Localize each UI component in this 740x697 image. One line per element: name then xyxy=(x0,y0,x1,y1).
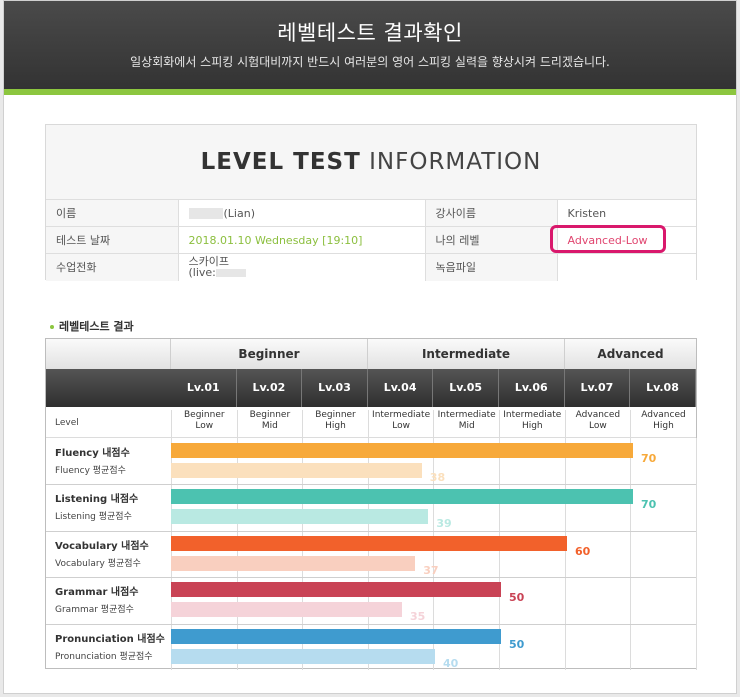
skill-name-label: Listening 내점수 xyxy=(55,494,139,506)
teacher-value: Kristen xyxy=(556,199,696,227)
redacted-block xyxy=(188,208,223,219)
level-name-cell: Beginner High xyxy=(302,410,368,438)
avg-score-bar xyxy=(171,463,422,478)
my-score-bar xyxy=(171,489,633,505)
bullet-icon xyxy=(50,325,54,329)
row-separator xyxy=(46,484,696,486)
level-highlight-circle xyxy=(550,225,666,253)
level-number-cell: Lv.04 xyxy=(368,369,434,407)
grid-line xyxy=(695,438,697,670)
avg-score-value: 40 xyxy=(443,656,459,670)
level-number-cell: Lv.07 xyxy=(565,369,631,407)
grid-line xyxy=(564,438,566,670)
my-level-label: 나의 레벨 xyxy=(425,226,557,254)
my-score-bar xyxy=(171,535,567,551)
level-name-cell: Beginner Low xyxy=(171,410,237,438)
level-number-cell: Lv.01 xyxy=(171,369,237,407)
avg-score-bar xyxy=(171,602,402,618)
info-heading-light: INFORMATION xyxy=(369,149,542,175)
my-score-value: 50 xyxy=(509,591,525,605)
my-score-bar xyxy=(171,443,633,458)
avg-score-bar xyxy=(171,509,429,525)
skill-name-label: Pronunciation 내점수 xyxy=(55,633,165,645)
test-date-value: 2018.01.10 Wednesday [19:10] xyxy=(177,226,426,254)
result-table: Beginner Intermediate Advanced Level Lv.… xyxy=(45,338,697,670)
level-name-cell: Intermediate Low xyxy=(367,410,434,438)
avg-score-value: 37 xyxy=(423,563,439,577)
level-test-info-box: LEVEL TEST INFORMATION 이름 (Lian) 강사이름 Kr… xyxy=(45,124,697,281)
group-header-advanced: Advanced xyxy=(565,339,696,369)
skill-name-label: Fluency 내점수 xyxy=(55,448,130,459)
page-subtitle: 일상회화에서 스피킹 시험대비까지 반드시 여러분의 영어 스피킹 실력을 향상… xyxy=(130,55,610,69)
avg-score-value: 38 xyxy=(429,471,446,484)
skill-avg-label: Listening 평균점수 xyxy=(55,512,132,523)
recording-label: 녹음파일 xyxy=(425,253,557,281)
teacher-label: 강사이름 xyxy=(425,199,557,227)
group-header-empty xyxy=(46,339,171,369)
row-separator xyxy=(46,530,696,532)
level-name-cell: Beginner Mid xyxy=(236,410,303,438)
level-number-cell: Lv.02 xyxy=(237,369,303,407)
test-date-label: 테스트 날짜 xyxy=(46,226,178,254)
level-name-cell: Advanced High xyxy=(630,410,696,438)
my-score-value: 70 xyxy=(641,452,657,465)
my-score-bar xyxy=(171,582,501,598)
info-heading-bold: LEVEL TEST xyxy=(200,149,361,175)
skill-name-label: Grammar 내점수 xyxy=(55,587,139,599)
result-page: 레벨테스트 결과확인 일상회화에서 스피킹 시험대비까지 반드시 여러분의 영어… xyxy=(3,0,737,694)
level-number-cell: Lv.08 xyxy=(630,369,696,407)
grid-line xyxy=(630,438,632,670)
info-row-phone: 수업전화 스카이프 (live: 녹음파일 xyxy=(46,253,696,281)
skill-avg-label: Vocabulary 평균점수 xyxy=(55,558,141,569)
skill-avg-label: Fluency 평균점수 xyxy=(55,466,126,476)
my-score-value: 70 xyxy=(641,498,657,512)
avg-score-bar xyxy=(171,555,416,571)
class-phone-label: 수업전화 xyxy=(46,253,178,281)
group-header-intermediate: Intermediate xyxy=(368,339,565,369)
my-score-value: 50 xyxy=(509,637,525,651)
level-number-cell: Lv.06 xyxy=(499,369,565,407)
skill-name-label: Vocabulary 내점수 xyxy=(55,540,149,552)
name-value: (Lian) xyxy=(177,199,426,227)
name-label: 이름 xyxy=(46,199,178,227)
my-score-value: 60 xyxy=(575,544,591,558)
info-row-name: 이름 (Lian) 강사이름 Kristen xyxy=(46,199,696,227)
avg-score-value: 35 xyxy=(410,610,426,624)
skill-avg-label: Pronunciation 평균점수 xyxy=(55,651,153,662)
level-number-cell: Lv.03 xyxy=(302,369,368,407)
level-row-label: Level xyxy=(55,418,79,428)
level-name-cell: Advanced Low xyxy=(564,410,631,438)
class-phone-value: 스카이프 (live: xyxy=(177,253,426,281)
my-score-bar xyxy=(171,628,501,644)
level-number-cell: Lv.05 xyxy=(433,369,499,407)
avg-score-bar xyxy=(171,648,435,664)
avg-score-value: 39 xyxy=(436,517,452,531)
row-separator xyxy=(46,623,696,625)
row-separator xyxy=(46,577,696,579)
group-header-beginner: Beginner xyxy=(171,339,368,369)
level-name-cell: Intermediate Mid xyxy=(433,410,499,438)
section-title: 레벨테스트 결과 xyxy=(50,318,134,334)
info-heading: LEVEL TEST INFORMATION xyxy=(46,149,696,175)
page-header: 레벨테스트 결과확인 일상회화에서 스피킹 시험대비까지 반드시 여러분의 영어… xyxy=(4,1,736,89)
level-name-cell: Intermediate High xyxy=(499,410,565,438)
page-title: 레벨테스트 결과확인 xyxy=(277,21,463,45)
recording-file-value[interactable] xyxy=(556,253,696,281)
accent-bar xyxy=(4,89,736,95)
skill-avg-label: Grammar 평균점수 xyxy=(55,605,134,616)
redacted-block xyxy=(215,269,246,278)
